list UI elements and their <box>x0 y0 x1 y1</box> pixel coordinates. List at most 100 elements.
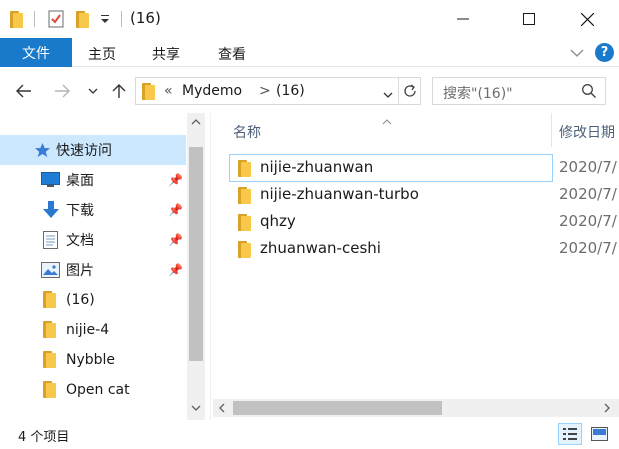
expand-ribbon-button[interactable] <box>570 46 584 62</box>
scroll-down-icon[interactable] <box>191 405 201 412</box>
sidebar-item-pictures[interactable]: 图片 📌 <box>0 255 186 285</box>
refresh-button[interactable] <box>402 83 418 103</box>
column-header-date-modified[interactable]: 修改日期 <box>559 122 615 142</box>
new-folder-icon[interactable] <box>76 10 90 28</box>
sidebar-item-label: (16) <box>66 292 95 308</box>
address-bar[interactable]: « Mydemo > (16) <box>135 77 421 105</box>
sidebar-item-label: 文档 <box>66 233 94 249</box>
pin-icon[interactable]: 📌 <box>168 173 183 187</box>
search-input[interactable]: 搜索"(16)" <box>443 83 513 103</box>
sidebar-item-quick-access[interactable]: 快速访问 <box>0 135 186 165</box>
file-name[interactable]: nijie-zhuanwan <box>260 158 373 176</box>
pane-divider[interactable] <box>210 113 211 420</box>
file-list-scrollbar[interactable] <box>213 399 619 417</box>
back-button[interactable] <box>16 81 32 101</box>
back-arrow-icon <box>16 84 31 98</box>
file-date: 2020/7/ <box>559 239 617 257</box>
folder-icon[interactable] <box>10 10 24 28</box>
forward-button[interactable] <box>54 81 70 101</box>
download-icon <box>43 201 59 218</box>
folder-icon <box>43 321 57 342</box>
file-row[interactable]: nijie-zhuanwan 2020/7/ <box>229 154 619 182</box>
search-icon[interactable] <box>581 83 597 103</box>
pin-icon[interactable]: 📌 <box>168 233 183 247</box>
scroll-up-icon[interactable] <box>191 118 201 125</box>
chevron-down-icon <box>88 88 98 94</box>
pin-icon[interactable]: 📌 <box>168 263 183 277</box>
sort-indicator <box>382 113 392 129</box>
scroll-left-icon[interactable] <box>218 403 225 413</box>
maximize-icon <box>523 13 535 25</box>
details-view-icon <box>563 428 577 440</box>
file-row[interactable]: qhzy 2020/7/ <box>229 209 619 235</box>
sidebar-item-label: nijie-4 <box>66 322 110 338</box>
sidebar-item-desktop[interactable]: 桌面 📌 <box>0 165 186 195</box>
sidebar-item-downloads[interactable]: 下载 📌 <box>0 195 186 225</box>
file-row[interactable]: nijie-zhuanwan-turbo 2020/7/ <box>229 182 619 208</box>
close-button[interactable] <box>564 0 610 38</box>
large-icons-view-icon <box>590 427 608 441</box>
address-overflow[interactable]: « <box>164 83 173 99</box>
file-date: 2020/7/ <box>559 185 617 203</box>
scroll-right-icon[interactable] <box>604 403 611 413</box>
tab-home[interactable]: 主页 <box>88 44 116 64</box>
file-date: 2020/7/ <box>559 158 617 176</box>
file-name[interactable]: qhzy <box>260 212 296 230</box>
scrollbar-thumb[interactable] <box>189 147 203 361</box>
sidebar-item-label: Open cat <box>66 382 130 398</box>
close-icon <box>580 12 594 26</box>
file-row[interactable]: zhuanwan-ceshi 2020/7/ <box>229 236 619 262</box>
folder-icon <box>43 291 57 312</box>
tab-file[interactable]: 文件 <box>0 38 72 67</box>
up-button[interactable] <box>112 81 126 101</box>
help-button[interactable]: ? <box>595 43 614 62</box>
folder-icon <box>43 351 57 372</box>
title-bar: (16) <box>0 0 619 38</box>
sidebar-item-folder[interactable]: Nybble <box>0 345 186 375</box>
large-icons-view-button[interactable] <box>587 423 611 445</box>
sidebar-item-folder[interactable]: (16) <box>0 285 186 315</box>
tab-view[interactable]: 查看 <box>218 44 246 64</box>
customize-toolbar-dropdown[interactable] <box>100 10 110 28</box>
properties-icon[interactable] <box>48 10 64 28</box>
sidebar-item-label: Nybble <box>66 352 116 368</box>
tab-share[interactable]: 共享 <box>152 44 180 64</box>
ribbon: 文件 主页 共享 查看 ? <box>0 38 619 67</box>
breadcrumb-separator[interactable]: > <box>259 83 271 99</box>
breadcrumb-mydemo[interactable]: Mydemo <box>182 83 242 99</box>
sidebar-item-label: 桌面 <box>66 173 94 189</box>
sidebar-item-folder[interactable]: nijie-4 <box>0 315 186 345</box>
toolbar-divider <box>121 11 122 27</box>
folder-icon <box>238 187 252 208</box>
navigation-pane: 快速访问 桌面 📌 下载 📌 文档 📌 图片 📌 (16) nijie-4 Ny… <box>0 113 205 420</box>
status-bar: 4 个项目 <box>0 420 619 449</box>
nav-pane-scrollbar[interactable] <box>187 113 205 420</box>
file-name[interactable]: nijie-zhuanwan-turbo <box>260 185 419 203</box>
sidebar-item-label: 图片 <box>66 263 94 279</box>
file-date: 2020/7/ <box>559 212 617 230</box>
forward-arrow-icon <box>55 84 70 98</box>
scrollbar-thumb[interactable] <box>233 401 442 415</box>
file-name[interactable]: zhuanwan-ceshi <box>260 239 381 257</box>
minimize-button[interactable] <box>440 0 486 38</box>
toolbar-divider <box>34 11 35 27</box>
column-header-name[interactable]: 名称 <box>233 122 261 142</box>
breadcrumb-current[interactable]: (16) <box>276 83 305 99</box>
folder-icon <box>142 83 156 104</box>
chevron-down-icon <box>570 49 584 57</box>
search-box[interactable]: 搜索"(16)" <box>432 77 606 105</box>
window-title: (16) <box>130 9 161 27</box>
item-count: 4 个项目 <box>18 430 70 445</box>
details-view-button[interactable] <box>558 423 582 445</box>
recent-locations-button[interactable] <box>88 81 98 101</box>
pin-icon[interactable]: 📌 <box>168 203 183 217</box>
address-divider <box>398 78 399 104</box>
desktop-icon <box>41 172 60 187</box>
maximize-button[interactable] <box>506 0 552 38</box>
folder-icon <box>238 241 252 262</box>
sidebar-item-folder[interactable]: Open cat <box>0 375 186 405</box>
address-dropdown[interactable] <box>383 87 393 103</box>
column-divider[interactable] <box>551 113 552 147</box>
pictures-icon <box>41 262 60 278</box>
sidebar-item-documents[interactable]: 文档 📌 <box>0 225 186 255</box>
